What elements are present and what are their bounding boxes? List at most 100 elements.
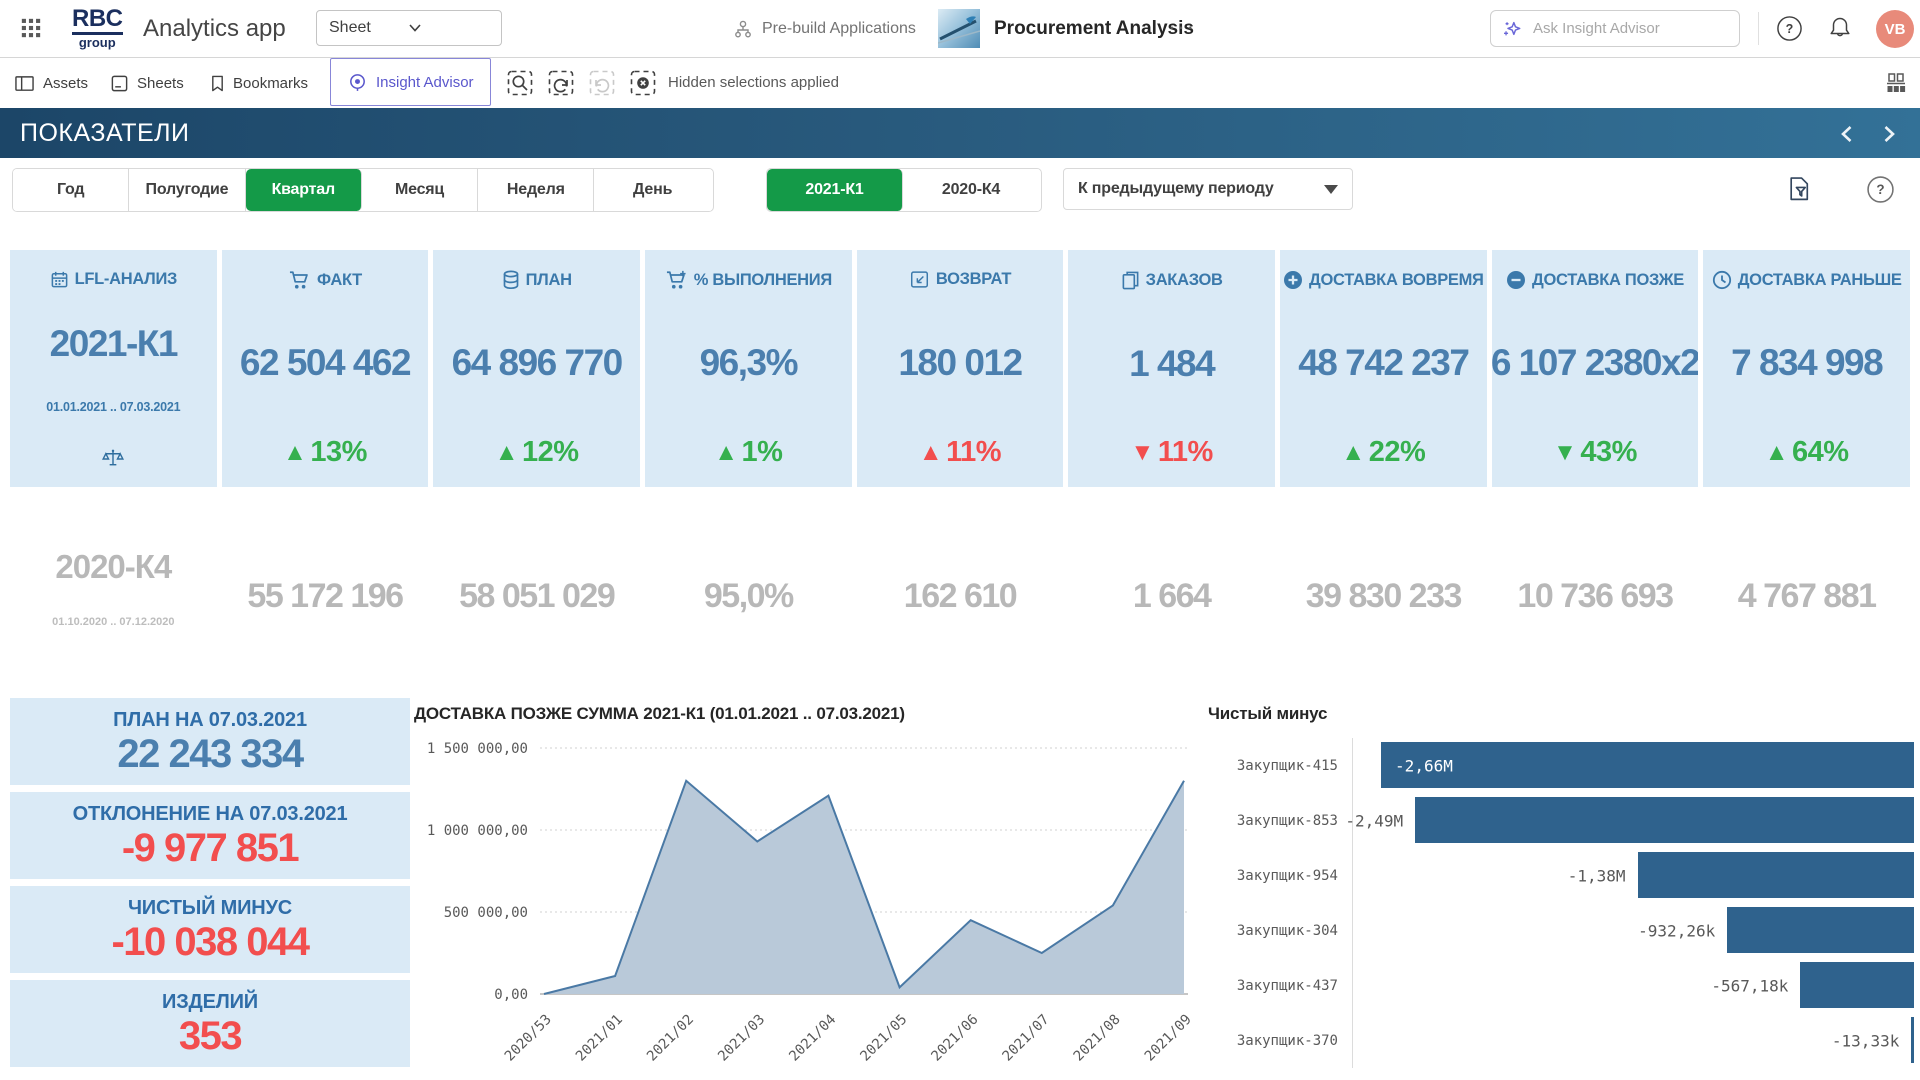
x-axis-label: 2021/06 [928,1012,981,1065]
bookmark-icon [210,74,225,93]
topbar: RBC group Analytics app Sheet Pre-build … [0,0,1920,58]
chevron-down-icon [409,24,489,32]
previous-value: 58 051 029 [459,577,614,616]
insight-advisor-search[interactable] [1490,10,1740,47]
scales-icon [101,448,125,469]
kpi-tile-label: ДОСТАВКА ВОВРЕМЯ [1309,271,1484,290]
insight-advisor-button[interactable]: Insight Advisor [330,58,491,106]
bar-row[interactable]: Закупщик-437-567,18k [1206,958,1914,1013]
help-icon[interactable]: ? [1776,15,1803,42]
kpi-tile-header: ПЛАН [502,270,572,290]
current-app-name[interactable]: Procurement Analysis [994,0,1194,57]
sheet-grid-icon[interactable] [1884,72,1908,94]
next-sheet-icon[interactable] [1876,121,1902,147]
left-kpi-value: 353 [179,1016,241,1056]
previous-value-cell: 58 051 029 [433,540,640,652]
kpi-tile[interactable]: ВОЗВРАТ180 012▲11% [857,250,1064,487]
kpi-tile-value: 180 012 [898,342,1021,384]
period-button-Месяц[interactable]: Месяц [362,169,478,211]
sheets-button[interactable]: Sheets [110,58,184,108]
bar-segment[interactable] [1911,1017,1914,1063]
bar-segment[interactable] [1800,962,1914,1008]
clear-selections-icon[interactable] [628,68,658,98]
assets-button[interactable]: Assets [14,58,88,108]
return-icon [909,270,930,289]
kpi-tile[interactable]: ДОСТАВКА РАНЬШЕ7 834 998▲64% [1703,250,1910,487]
previous-value: 10 736 693 [1517,577,1672,616]
user-avatar[interactable]: VB [1876,10,1914,48]
period-button-Неделя[interactable]: Неделя [478,169,594,211]
kpi-tile-delta: ▲1% [714,436,782,469]
previous-value-cell: 39 830 233 [1280,540,1487,652]
filter-row: ГодПолугодиеКварталМесяцНеделяДень 2021-… [0,168,1920,214]
app-thumbnail[interactable] [938,9,980,48]
bar-row[interactable]: Закупщик-415-2,66M [1206,738,1914,793]
period-button-Год[interactable]: Год [13,169,129,211]
kpi-tile[interactable]: ДОСТАВКА ВОВРЕМЯ48 742 237▲22% [1280,250,1487,487]
bar-segment[interactable] [1638,852,1914,898]
quarter-button-2020-К4[interactable]: 2020-К4 [903,169,1039,211]
svg-text:500 000,00: 500 000,00 [444,905,528,921]
period-button-Квартал[interactable]: Квартал [246,169,362,211]
sheet-title: ПОКАЗАТЕЛИ [20,108,190,158]
quarter-button-2021-К1[interactable]: 2021-К1 [767,169,903,211]
sheet-title-band: ПОКАЗАТЕЛИ [0,108,1920,158]
kpi-tile[interactable]: ПЛАН64 896 770▲12% [433,250,640,487]
kpi-tile-delta: ▼43% [1553,436,1637,469]
more-options-icon[interactable]: ··· [1168,0,1196,57]
bookmarks-button[interactable]: Bookmarks [210,58,308,108]
notifications-bell-icon[interactable] [1828,15,1852,41]
kpi-tile[interactable]: ДОСТАВКА ПОЗЖЕ6 107 2380x2▼43% [1492,250,1699,487]
svg-text:?: ? [1786,22,1794,36]
net-minus-bar-chart[interactable]: Чистый минус Закупщик-415-2,66MЗакупщик-… [1206,698,1914,1078]
bar-row[interactable]: Закупщик-853-2,49M [1206,793,1914,848]
chart-help-icon[interactable]: ? [1866,175,1895,204]
sheet-selector-dropdown[interactable]: Sheet [316,10,502,46]
kpi-tile[interactable]: % ВЫПОЛНЕНИЯ96,3%▲1% [645,250,852,487]
triangle-up-icon: ▲ [495,439,518,467]
bar-row[interactable]: Закупщик-304-932,26k [1206,903,1914,958]
bar-row[interactable]: Закупщик-370-13,33k [1206,1013,1914,1068]
area-chart-plot: 0,00500 000,001 000 000,001 500 000,0020… [412,726,1198,1074]
bar-track: -2,66M [1352,738,1914,793]
left-kpi-card[interactable]: ОТКЛОНЕНИЕ НА 07.03.2021-9 977 851 [10,792,410,879]
kpi-tile[interactable]: ФАКТ62 504 462▲13% [222,250,429,487]
bar-value-label: -932,26k [1638,921,1715,940]
kpi-delta-value: 11% [946,436,1001,469]
previous-value-cell: 4 767 881 [1703,540,1910,652]
bar-segment[interactable] [1381,742,1914,788]
lfl-analysis-tile[interactable]: LFL-АНАЛИЗ2021-К101.01.2021 .. 07.03.202… [10,250,217,487]
ask-insight-advisor-input[interactable] [1531,19,1734,38]
bar-row[interactable]: Закупщик-954-1,38M [1206,848,1914,903]
undo-selection-icon[interactable] [546,68,576,98]
bar-segment[interactable] [1727,907,1914,953]
bar-segment[interactable] [1415,797,1914,843]
period-button-Полугодие[interactable]: Полугодие [129,169,245,211]
hidden-selections-status: Hidden selections applied [668,58,839,108]
lfl-tile-value: 2021-К1 [50,323,177,365]
sparkles-icon [1501,18,1523,40]
left-kpi-card[interactable]: ЧИСТЫЙ МИНУС-10 038 044 [10,886,410,973]
compare-period-dropdown[interactable]: К предыдущему периоду [1063,168,1353,210]
previous-value-cell: 162 610 [857,540,1064,652]
previous-value: 39 830 233 [1306,577,1461,616]
prebuild-applications-link[interactable]: Pre-build Applications [733,0,916,57]
insight-advisor-label: Insight Advisor [376,74,474,91]
export-filter-icon[interactable] [1786,174,1813,204]
topbar-divider [1758,12,1759,45]
x-axis-label: 2021/05 [857,1012,910,1065]
previous-value-cell: 10 736 693 [1492,540,1699,652]
bar-track: -13,33k [1352,1013,1914,1068]
assets-icon [14,74,35,93]
lfl-tile-header: LFL-АНАЛИЗ [50,270,177,289]
left-kpi-card[interactable]: ИЗДЕЛИЙ353 [10,980,410,1067]
selections-search-icon[interactable] [505,68,535,98]
prev-sheet-icon[interactable] [1833,121,1859,147]
kpi-tile-label: ВОЗВРАТ [936,270,1011,289]
late-delivery-area-chart[interactable]: ДОСТАВКА ПОЗЖЕ СУММА 2021-К1 (01.01.2021… [412,698,1198,1078]
left-kpi-card[interactable]: ПЛАН НА 07.03.202122 243 334 [10,698,410,785]
previous-period-label: 2020-К4 [55,548,171,586]
kpi-tile[interactable]: ЗАКАЗОВ1 484▼11% [1068,250,1275,487]
app-launcher-icon[interactable] [20,17,42,39]
period-button-День[interactable]: День [594,169,710,211]
